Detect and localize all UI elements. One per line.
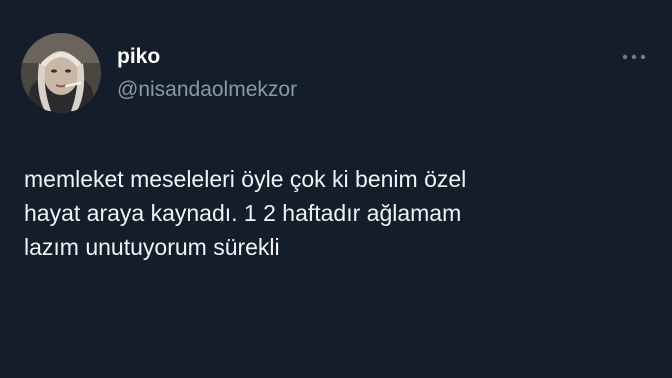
author-avatar[interactable]	[21, 33, 101, 113]
more-options-icon[interactable]	[620, 50, 648, 64]
avatar-image	[21, 33, 101, 113]
tweet-text: memleket meseleleri öyle çok ki benim öz…	[24, 166, 467, 260]
author-handle[interactable]: @nisandaolmekzor	[117, 78, 297, 102]
tweet-card: piko @nisandaolmekzor memleket meseleler…	[0, 0, 672, 378]
author-display-name[interactable]: piko	[117, 45, 160, 69]
